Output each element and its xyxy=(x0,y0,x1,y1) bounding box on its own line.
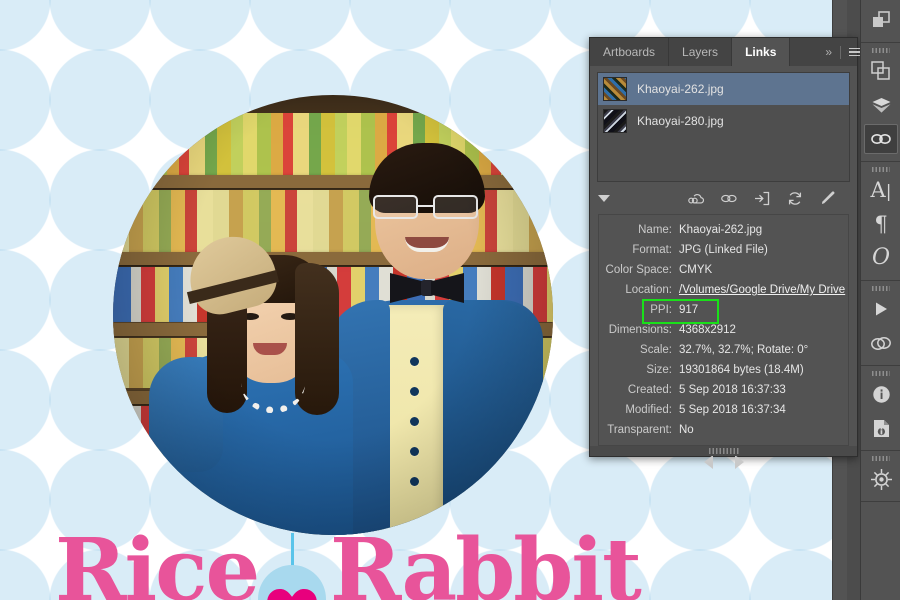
link-information: Name: Khaoyai-262.jpg Format: JPG (Linke… xyxy=(598,214,849,446)
tab-layers[interactable]: Layers xyxy=(669,38,733,66)
meta-value: No xyxy=(679,424,694,436)
circular-photo-image[interactable] xyxy=(113,95,553,535)
meta-value-ppi: 917 xyxy=(679,304,699,316)
dock-grip[interactable] xyxy=(861,46,900,54)
meta-value: Khaoyai-262.jpg xyxy=(679,224,763,236)
dock-group xyxy=(861,366,900,451)
logo-word-rice: Rice xyxy=(55,520,260,600)
dock-grip[interactable] xyxy=(861,369,900,377)
dock-grip[interactable] xyxy=(861,454,900,462)
go-to-link-icon[interactable] xyxy=(721,190,737,206)
photo-vignette xyxy=(113,95,553,535)
meta-value: 19301864 bytes (18.4M) xyxy=(679,364,804,376)
meta-row-ppi: PPI: 917 xyxy=(599,299,848,324)
collapse-panel-icon[interactable]: » xyxy=(825,45,832,59)
link-file-name: Khaoyai-262.jpg xyxy=(637,82,724,96)
document-info-icon[interactable] xyxy=(861,411,900,445)
next-link-arrow-icon[interactable] xyxy=(734,455,744,469)
list-item[interactable]: Khaoyai-262.jpg xyxy=(598,73,849,105)
meta-label: Format: xyxy=(632,244,672,256)
meta-label: Transparent: xyxy=(607,424,672,436)
play-actions-icon[interactable] xyxy=(861,292,900,326)
meta-value: 4368x2912 xyxy=(679,324,736,336)
dock-group xyxy=(861,0,900,43)
tab-links[interactable]: Links xyxy=(732,38,791,66)
links-panel-toolbar[interactable] xyxy=(598,187,849,209)
meta-label: Name: xyxy=(638,224,672,236)
meta-row-scale: Scale: 32.7%, 32.7%; Rotate: 0° xyxy=(599,340,848,360)
pathfinder-icon[interactable] xyxy=(861,54,900,88)
transform-icon[interactable] xyxy=(861,3,900,37)
layers-icon[interactable] xyxy=(861,88,900,122)
meta-row-color-space: Color Space: CMYK xyxy=(599,260,848,280)
meta-row-name: Name: Khaoyai-262.jpg xyxy=(599,220,848,240)
meta-value: 5 Sep 2018 16:37:34 xyxy=(679,404,786,416)
meta-label: Location: xyxy=(625,284,672,296)
meta-row-format: Format: JPG (Linked File) xyxy=(599,240,848,260)
meta-label: Size: xyxy=(646,364,672,376)
dock-group xyxy=(861,451,900,502)
meta-value: 5 Sep 2018 16:37:33 xyxy=(679,384,786,396)
meta-row-location[interactable]: Location: /Volumes/Google Drive/My Drive xyxy=(599,280,848,300)
tab-bar-filler xyxy=(790,38,816,66)
meta-label: Created: xyxy=(627,384,672,396)
link-file-name: Khaoyai-280.jpg xyxy=(637,114,724,128)
meta-row-created: Created: 5 Sep 2018 16:37:33 xyxy=(599,380,848,400)
meta-value: JPG (Linked File) xyxy=(679,244,768,256)
opentype-icon[interactable]: O xyxy=(861,241,900,275)
heart-balloon-icon xyxy=(258,533,326,600)
character-icon[interactable]: A| xyxy=(861,173,900,207)
links-list[interactable]: Khaoyai-262.jpg Khaoyai-280.jpg xyxy=(597,72,850,182)
dock-grip[interactable] xyxy=(861,165,900,173)
dock-grip[interactable] xyxy=(861,284,900,292)
right-tool-dock[interactable]: A| ¶ O xyxy=(860,0,900,600)
relink-from-cc-libraries-icon[interactable] xyxy=(688,190,704,206)
meta-label: Scale: xyxy=(640,344,672,356)
panel-resize-grip[interactable] xyxy=(590,446,857,456)
logo-word-rabbit: Rabbit xyxy=(330,520,642,600)
dock-group: A| ¶ O xyxy=(861,162,900,281)
meta-row-size: Size: 19301864 bytes (18.4M) xyxy=(599,360,848,380)
meta-value: 32.7%, 32.7%; Rotate: 0° xyxy=(679,344,809,356)
meta-row-modified: Modified: 5 Sep 2018 16:37:34 xyxy=(599,400,848,420)
info-icon[interactable] xyxy=(861,377,900,411)
creative-cloud-libraries-icon[interactable] xyxy=(861,326,900,360)
update-link-icon[interactable] xyxy=(787,190,803,206)
meta-value: CMYK xyxy=(679,264,713,276)
paragraph-icon[interactable]: ¶ xyxy=(861,207,900,241)
dock-group xyxy=(861,281,900,366)
link-thumbnail-icon xyxy=(603,77,627,101)
previous-link-arrow-icon[interactable] xyxy=(703,455,713,469)
meta-label: Color Space: xyxy=(605,264,672,276)
disclosure-triangle-icon[interactable] xyxy=(598,194,610,202)
meta-row-transparent: Transparent: No xyxy=(599,420,848,440)
dock-group xyxy=(861,43,900,162)
list-item[interactable]: Khaoyai-280.jpg xyxy=(598,105,849,137)
link-thumbnail-icon xyxy=(603,109,627,133)
divider xyxy=(840,45,842,59)
logo-artwork[interactable]: Rice Rabbit xyxy=(0,528,660,600)
edit-original-icon[interactable] xyxy=(820,190,836,206)
meta-row-dimensions: Dimensions: 4368x2912 xyxy=(599,320,848,340)
meta-label: Modified: xyxy=(625,404,672,416)
meta-label: Dimensions: xyxy=(608,324,672,336)
meta-label: PPI: xyxy=(650,304,672,316)
panel-tab-bar[interactable]: Artboards Layers Links » xyxy=(590,38,862,66)
relink-icon[interactable] xyxy=(754,190,770,206)
links-panel[interactable]: Artboards Layers Links » Khaoyai-262.jpg… xyxy=(589,37,862,469)
tab-artboards[interactable]: Artboards xyxy=(590,38,670,66)
meta-value-location-link[interactable]: /Volumes/Google Drive/My Drive xyxy=(679,280,845,300)
navigator-icon[interactable] xyxy=(861,462,900,496)
links-icon[interactable] xyxy=(863,124,898,154)
